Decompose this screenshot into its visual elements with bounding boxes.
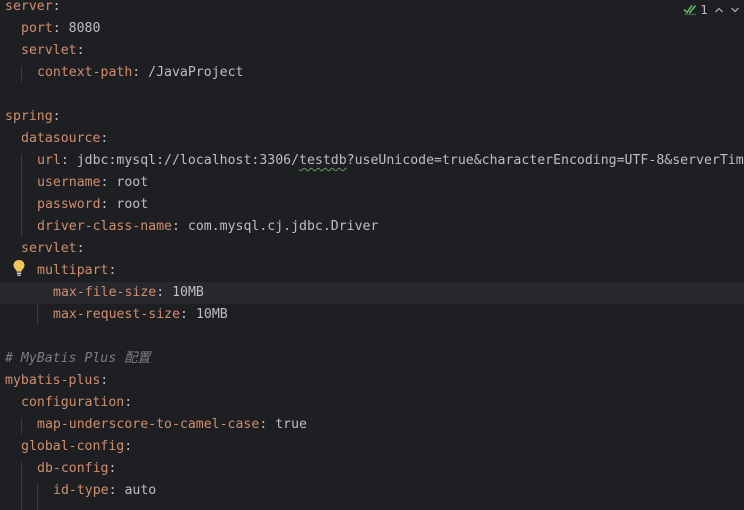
code-line-id-type[interactable]: id-type: auto — [0, 480, 744, 502]
yaml-value: /JavaProject — [148, 65, 244, 80]
yaml-key: url — [37, 153, 61, 168]
yaml-key: multipart — [37, 263, 109, 278]
code-line-empty[interactable] — [0, 84, 744, 106]
code-line-context-path[interactable]: context-path: /JavaProject — [0, 62, 744, 84]
chevron-down-icon[interactable] — [730, 4, 740, 17]
code-line-configuration[interactable]: configuration: — [0, 392, 744, 414]
yaml-key: global-config — [21, 439, 125, 454]
code-line-url[interactable]: url: jdbc:mysql://localhost:3306/testdb?… — [0, 150, 744, 172]
yaml-value: 10MB — [195, 307, 228, 322]
yaml-key: id-type — [53, 483, 109, 498]
yaml-key: max-request-size — [53, 307, 181, 322]
code-line-max-request-size[interactable]: max-request-size: 10MB — [0, 304, 744, 326]
code-line-password[interactable]: password: root — [0, 194, 744, 216]
yaml-key: servlet — [21, 241, 77, 256]
inspection-count: 1 — [700, 3, 708, 17]
yaml-key: password — [37, 197, 101, 212]
code-line-spring[interactable]: spring: — [0, 106, 744, 128]
lightbulb-icon[interactable] — [12, 259, 26, 277]
code-line-empty[interactable] — [0, 326, 744, 348]
yaml-value: 8080 — [68, 21, 101, 36]
code-line-max-file-size[interactable]: max-file-size: 10MB — [0, 282, 744, 304]
yaml-key: username — [37, 175, 101, 190]
yaml-key: db-config — [37, 461, 109, 476]
code-editor[interactable]: server: port: 8080 servlet: context-path… — [0, 0, 744, 510]
code-line-port[interactable]: port: 8080 — [0, 18, 744, 40]
yaml-value: com.mysql.cj.jdbc.Driver — [187, 219, 379, 234]
yaml-value: jdbc:mysql://localhost:3306/ — [76, 153, 300, 168]
inspection-widget[interactable]: 1 — [683, 0, 744, 20]
code-line-driver-class-name[interactable]: driver-class-name: com.mysql.cj.jdbc.Dri… — [0, 216, 744, 238]
code-line-servlet[interactable]: servlet: — [0, 238, 744, 260]
yaml-value: 10MB — [172, 285, 204, 300]
code-line-map-underscore[interactable]: map-underscore-to-camel-case: true — [0, 414, 744, 436]
yaml-key: datasource — [21, 131, 101, 146]
yaml-value: root — [116, 175, 149, 190]
code-line-datasource[interactable]: datasource: — [0, 128, 744, 150]
yaml-key: map-underscore-to-camel-case — [37, 417, 260, 432]
inspection-status[interactable]: 1 — [683, 3, 708, 18]
code-line-servlet[interactable]: servlet: — [0, 40, 744, 62]
yaml-value: auto — [124, 483, 157, 498]
code-line-db-config[interactable]: db-config: — [0, 458, 744, 480]
yaml-key: driver-class-name — [37, 219, 172, 234]
chevron-up-icon[interactable] — [714, 4, 724, 17]
yaml-key: spring — [5, 109, 53, 124]
yaml-value: ?useUnicode=true&characterEncoding=UTF-8… — [346, 153, 744, 168]
yaml-value: root — [116, 197, 149, 212]
code-line-comment[interactable]: # MyBatis Plus 配置 — [0, 348, 744, 370]
yaml-key: configuration — [21, 395, 125, 410]
double-check-icon — [683, 3, 697, 18]
code-line-global-config[interactable]: global-config: — [0, 436, 744, 458]
yaml-key: servlet — [21, 43, 77, 58]
yaml-key: mybatis-plus — [5, 373, 101, 388]
yaml-key: max-file-size — [53, 285, 157, 300]
yaml-comment: # MyBatis Plus 配置 — [5, 351, 151, 366]
code-line-server[interactable]: server: — [0, 0, 744, 18]
code-line-multipart[interactable]: multipart: — [0, 260, 744, 282]
code-line-mybatis-plus[interactable]: mybatis-plus: — [0, 370, 744, 392]
yaml-key: context-path — [37, 65, 133, 80]
typo-highlight[interactable]: testdb — [299, 153, 347, 168]
code-line-username[interactable]: username: root — [0, 172, 744, 194]
yaml-value: true — [275, 417, 307, 432]
yaml-key: port — [21, 21, 53, 36]
yaml-key: server — [5, 0, 53, 14]
